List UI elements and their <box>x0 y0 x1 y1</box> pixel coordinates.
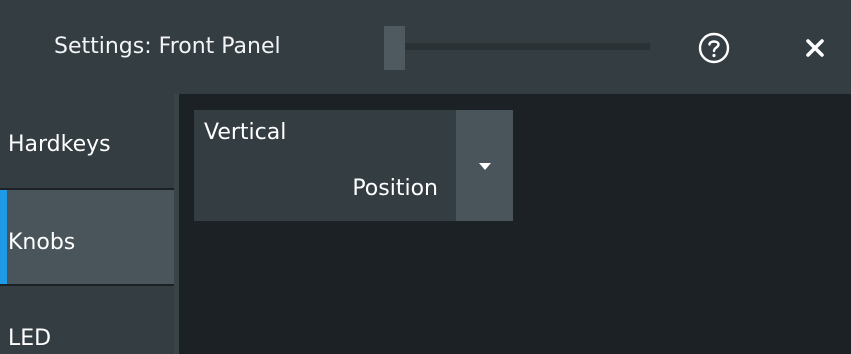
active-indicator <box>0 190 7 284</box>
dialog-titlebar: Settings: Front Panel <box>0 0 851 94</box>
sidebar-item-label: Knobs <box>8 230 76 255</box>
dropdown-arrow-button[interactable] <box>456 110 513 221</box>
sidebar-item-label: Hardkeys <box>8 132 111 157</box>
sidebar-divider <box>174 94 179 354</box>
sidebar-item-label: LED <box>8 326 52 351</box>
dropdown-value[interactable]: Vertical Position <box>194 110 456 221</box>
close-button[interactable] <box>800 33 830 63</box>
help-button[interactable] <box>696 30 732 66</box>
sidebar: Hardkeys Knobs LED <box>0 94 174 354</box>
sidebar-item-knobs[interactable]: Knobs <box>0 190 174 284</box>
dropdown-value-line2: Position <box>352 176 438 201</box>
caret-down-icon <box>479 163 491 170</box>
knob-function-dropdown[interactable]: Vertical Position <box>194 110 513 221</box>
drag-handle[interactable] <box>384 26 405 70</box>
help-circle-icon <box>698 32 730 64</box>
sidebar-item-hardkeys[interactable]: Hardkeys <box>0 94 174 188</box>
dialog-title: Settings: Front Panel <box>54 34 281 59</box>
sidebar-item-led[interactable]: LED <box>0 286 174 354</box>
drag-handle-track[interactable] <box>384 43 650 50</box>
dropdown-value-line1: Vertical <box>204 120 287 145</box>
close-icon <box>806 39 824 57</box>
